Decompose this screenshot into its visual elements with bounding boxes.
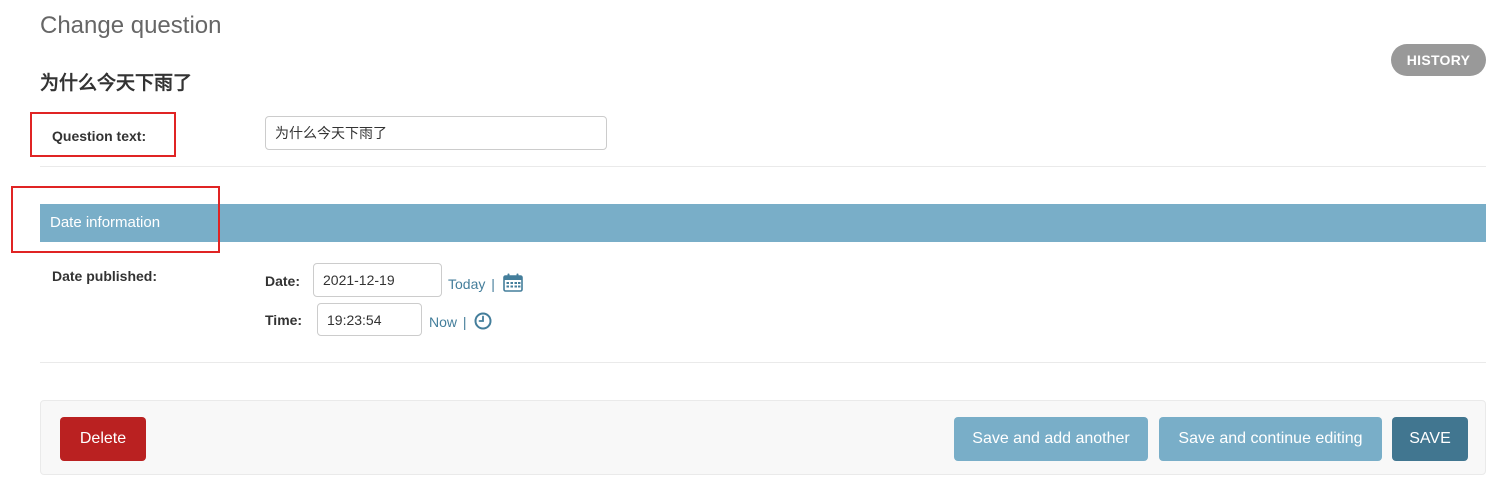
change-form-page: Change question HISTORY 为什么今天下雨了 Questio… <box>0 0 1502 484</box>
shortcut-separator: | <box>491 276 495 292</box>
save-button[interactable]: SAVE <box>1392 417 1468 461</box>
shortcut-separator: | <box>462 314 467 330</box>
question-text-input[interactable] <box>265 116 607 150</box>
date-information-section-header: Date information <box>40 204 1486 242</box>
time-input[interactable] <box>317 303 422 336</box>
save-and-add-another-button[interactable]: Save and add another <box>954 417 1148 461</box>
save-and-continue-editing-button[interactable]: Save and continue editing <box>1159 417 1382 461</box>
time-label: Time: <box>265 312 303 328</box>
now-link[interactable]: Now <box>429 314 457 330</box>
time-shortcuts: Now | <box>429 312 492 333</box>
date-input[interactable] <box>313 263 442 297</box>
row-divider <box>40 362 1486 363</box>
calendar-icon[interactable] <box>502 273 523 295</box>
history-button[interactable]: HISTORY <box>1391 44 1486 76</box>
highlight-annotation-box <box>30 112 176 157</box>
object-title: 为什么今天下雨了 <box>40 72 193 94</box>
today-link[interactable]: Today <box>448 276 485 292</box>
submit-row: Delete Save and add another Save and con… <box>40 400 1486 475</box>
clock-icon[interactable] <box>474 312 492 333</box>
page-title: Change question <box>40 12 222 39</box>
date-published-label: Date published: <box>52 268 158 284</box>
highlight-annotation-box <box>11 186 220 253</box>
delete-button[interactable]: Delete <box>60 417 146 461</box>
date-label: Date: <box>265 273 301 289</box>
row-divider <box>40 166 1486 167</box>
date-shortcuts: Today | <box>448 273 523 295</box>
